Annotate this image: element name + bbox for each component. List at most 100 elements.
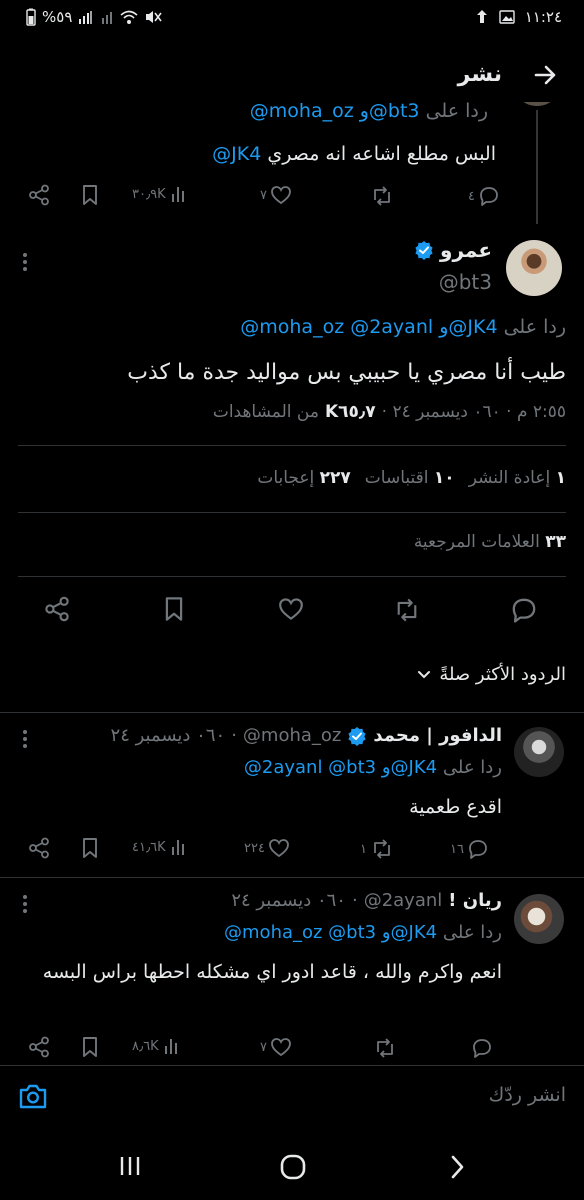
reposts-count: ١ bbox=[555, 468, 566, 488]
likes-stat[interactable]: ٢٢٧ إعجابات bbox=[257, 468, 350, 488]
reply-tweet[interactable]: الدافور | محمد @moha_oz · ٠٦٠ ديسمبر ٢٤ … bbox=[0, 713, 584, 877]
reply-to-prefix: ردا على bbox=[442, 757, 502, 778]
like-stat[interactable]: ٧ bbox=[260, 1037, 292, 1057]
reposts-stat[interactable]: ١ إعادة النشر bbox=[469, 468, 566, 488]
separator-dot: · bbox=[231, 725, 237, 746]
tweet-text-body: البس مطلع اشاعه انه مصري bbox=[267, 143, 496, 165]
reply-to-users[interactable]: @moha_oz @2ayanl و@JK4 bbox=[240, 316, 497, 338]
main-tweet: عمرو @bt3 ردا على @moha_oz @2ayanl و@JK4… bbox=[0, 230, 584, 650]
likes-label: إعجابات bbox=[257, 468, 315, 488]
views-stat[interactable]: ٣٠٫٩K bbox=[132, 185, 188, 203]
avatar[interactable] bbox=[514, 894, 564, 944]
status-bar: %٥٩ ١١:٢٤ bbox=[0, 0, 584, 36]
heart-icon bbox=[270, 185, 292, 205]
more-options-icon[interactable] bbox=[22, 252, 28, 272]
camera-icon[interactable] bbox=[18, 1082, 48, 1110]
author-name[interactable]: عمرو bbox=[440, 238, 492, 262]
reply-to-line: ردا على @moha_oz @2ayanl و@JK4 bbox=[240, 316, 566, 338]
page-title: نشر bbox=[457, 62, 502, 87]
repost-icon[interactable] bbox=[370, 185, 394, 207]
quotes-stat[interactable]: ١٠ اقتباسات bbox=[365, 468, 455, 488]
bookmark-icon[interactable] bbox=[80, 184, 100, 206]
prev-tweet[interactable]: ردا على @moha_oz و@bt3 البس مطلع اشاعه ا… bbox=[0, 102, 584, 224]
more-options-icon[interactable] bbox=[22, 729, 28, 749]
separator-dot: · bbox=[351, 890, 358, 911]
likes-count: ٧ bbox=[260, 1039, 267, 1055]
likes-count: ٧ bbox=[260, 187, 267, 203]
share-icon[interactable] bbox=[28, 184, 50, 206]
tweet-timestamp[interactable]: ٢:٥٥ م · ٠٦٠ ديسمبر ٢٤ · bbox=[382, 402, 566, 422]
reply-to-line: ردا على @moha_oz @bt3 و@JK4 bbox=[224, 922, 502, 943]
bookmarks-count: ٣٣ bbox=[545, 532, 566, 552]
reply-to-users[interactable]: @moha_oz @bt3 و@JK4 bbox=[224, 922, 437, 943]
avatar[interactable] bbox=[506, 240, 562, 296]
tweet-actions: ٤١٫٦K ٢٢٤ ١ ١٦ bbox=[28, 835, 494, 865]
reply-stat[interactable] bbox=[468, 1037, 493, 1059]
reply-icon bbox=[471, 1037, 493, 1059]
views-icon bbox=[170, 838, 188, 856]
author-name[interactable]: الدافور | محمد bbox=[373, 725, 502, 746]
author-handle[interactable]: @bt3 bbox=[439, 270, 492, 294]
bookmark-icon[interactable] bbox=[162, 596, 186, 622]
divider bbox=[18, 445, 566, 446]
engagement-stats: ١ إعادة النشر ١٠ اقتباسات ٢٢٧ إعجابات bbox=[257, 468, 566, 488]
reply-to-line: ردا على @2ayanl @bt3 و@JK4 bbox=[244, 757, 502, 778]
views-icon bbox=[163, 1037, 181, 1055]
views-stat[interactable]: ٤١٫٦K bbox=[132, 838, 188, 856]
reply-stat[interactable]: ١٦ bbox=[450, 838, 489, 860]
like-stat[interactable]: ٧ bbox=[260, 185, 292, 205]
recent-apps-icon[interactable] bbox=[118, 1154, 142, 1178]
views-count: ٨٫٦K bbox=[132, 1038, 159, 1054]
bookmarks-stat[interactable]: ٣٣ العلامات المرجعية bbox=[414, 532, 566, 552]
verified-badge-icon bbox=[347, 726, 367, 746]
reply-to-users[interactable]: @2ayanl @bt3 و@JK4 bbox=[244, 757, 437, 778]
reply-tweet[interactable]: ريان ! @2ayanl · ٠٦٠ ديسمبر ٢٤ ردا على @… bbox=[0, 878, 584, 1064]
views-count: ٣٠٫٩K bbox=[132, 186, 166, 202]
home-icon[interactable] bbox=[280, 1154, 306, 1180]
sort-replies-selector[interactable]: الردود الأكثر صلةً bbox=[417, 664, 566, 685]
tweet-text: طيب أنا مصري يا حبيبي بس مواليد جدة ما ك… bbox=[127, 360, 566, 385]
avatar[interactable] bbox=[512, 102, 562, 106]
quotes-count: ١٠ bbox=[433, 468, 455, 488]
back-icon[interactable] bbox=[448, 1154, 466, 1180]
reply-input[interactable]: انشر ردّك bbox=[70, 1084, 566, 1106]
repost-icon bbox=[370, 838, 394, 860]
reply-composer: انشر ردّك bbox=[0, 1066, 584, 1130]
battery-icon bbox=[26, 8, 36, 26]
chevron-down-icon bbox=[417, 670, 431, 680]
reply-to-prefix: ردا على bbox=[503, 316, 566, 338]
views-count: K٦٥٫٧ bbox=[324, 402, 376, 422]
author-handle[interactable]: @2ayanl bbox=[364, 890, 443, 911]
repost-stat[interactable] bbox=[370, 1037, 397, 1059]
replies-count: ٤ bbox=[468, 188, 475, 204]
repost-stat[interactable]: ١ bbox=[360, 838, 394, 860]
reply-to-users[interactable]: @moha_oz و@bt3 bbox=[250, 102, 420, 122]
author-name[interactable]: ريان ! bbox=[448, 890, 502, 911]
repost-icon[interactable] bbox=[392, 597, 422, 623]
back-arrow-icon[interactable] bbox=[532, 62, 558, 88]
avatar[interactable] bbox=[514, 727, 564, 777]
bookmark-icon[interactable] bbox=[80, 837, 100, 859]
heart-icon bbox=[270, 1037, 292, 1057]
reply-icon[interactable] bbox=[510, 596, 538, 624]
views-stat[interactable]: ٨٫٦K bbox=[132, 1037, 181, 1055]
clock: ١١:٢٤ bbox=[524, 8, 562, 26]
like-stat[interactable]: ٢٢٤ bbox=[244, 838, 290, 858]
reply-icon bbox=[467, 838, 489, 860]
share-icon[interactable] bbox=[28, 837, 50, 859]
author-handle[interactable]: @moha_oz bbox=[243, 725, 341, 746]
more-options-icon[interactable] bbox=[22, 894, 28, 914]
share-icon[interactable] bbox=[28, 1036, 50, 1058]
repost-icon bbox=[373, 1037, 397, 1059]
share-icon[interactable] bbox=[44, 596, 70, 622]
tweet-date: ٠٦٠ ديسمبر ٢٤ bbox=[110, 725, 226, 746]
mention-link[interactable]: @JK4 bbox=[212, 143, 261, 165]
signal-icon bbox=[78, 9, 94, 25]
heart-icon[interactable] bbox=[277, 597, 305, 621]
bookmark-icon[interactable] bbox=[80, 1036, 100, 1058]
tweet-date: ٠٦٠ ديسمبر ٢٤ bbox=[231, 890, 346, 911]
tweet-text: اقدع طعمية bbox=[409, 796, 502, 818]
divider bbox=[18, 576, 566, 577]
author-name-row[interactable]: عمرو bbox=[414, 238, 492, 262]
reply-stat[interactable]: ٤ bbox=[468, 185, 500, 207]
